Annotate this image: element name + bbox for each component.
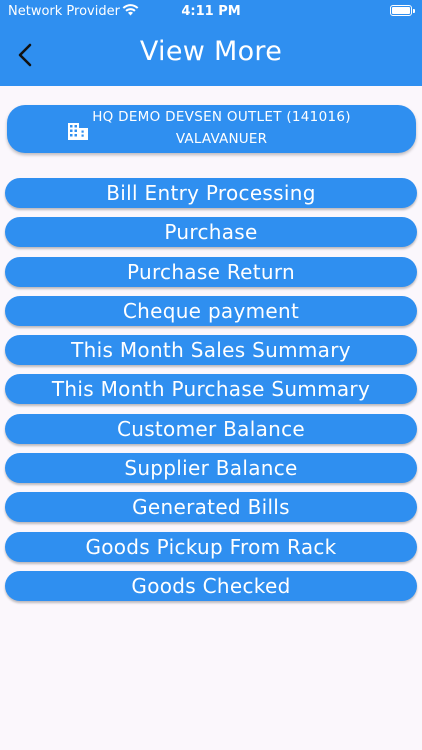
month-purchase-summary-button[interactable]: This Month Purchase Summary <box>5 374 417 405</box>
goods-pickup-from-rack-button[interactable]: Goods Pickup From Rack <box>5 531 417 562</box>
clock-time: 4:11 PM <box>181 4 241 19</box>
month-sales-summary-button[interactable]: This Month Sales Summary <box>5 335 417 366</box>
status-bar: Network Provider 4:11 PM <box>0 0 422 24</box>
supplier-balance-button[interactable]: Supplier Balance <box>5 453 417 484</box>
cheque-payment-button[interactable]: Cheque payment <box>5 295 417 326</box>
app-header: Network Provider 4:11 PM View More <box>0 0 422 86</box>
outlet-selector[interactable]: HQ DEMO DEVSEN OUTLET (141016) VALAVANUE… <box>7 105 416 153</box>
purchase-return-button[interactable]: Purchase Return <box>5 256 417 287</box>
battery-icon <box>390 5 415 16</box>
goods-checked-button[interactable]: Goods Checked <box>5 570 417 601</box>
bill-entry-processing-button[interactable]: Bill Entry Processing <box>5 178 417 208</box>
outlet-location: VALAVANUER <box>175 131 268 147</box>
page-title: View More <box>139 36 283 67</box>
outlet-name: HQ DEMO DEVSEN OUTLET (141016) <box>92 109 351 125</box>
menu-list: Bill Entry Processing Purchase Purchase … <box>5 178 417 601</box>
purchase-button[interactable]: Purchase <box>5 217 417 248</box>
generated-bills-button[interactable]: Generated Bills <box>5 492 417 523</box>
customer-balance-button[interactable]: Customer Balance <box>5 413 417 444</box>
